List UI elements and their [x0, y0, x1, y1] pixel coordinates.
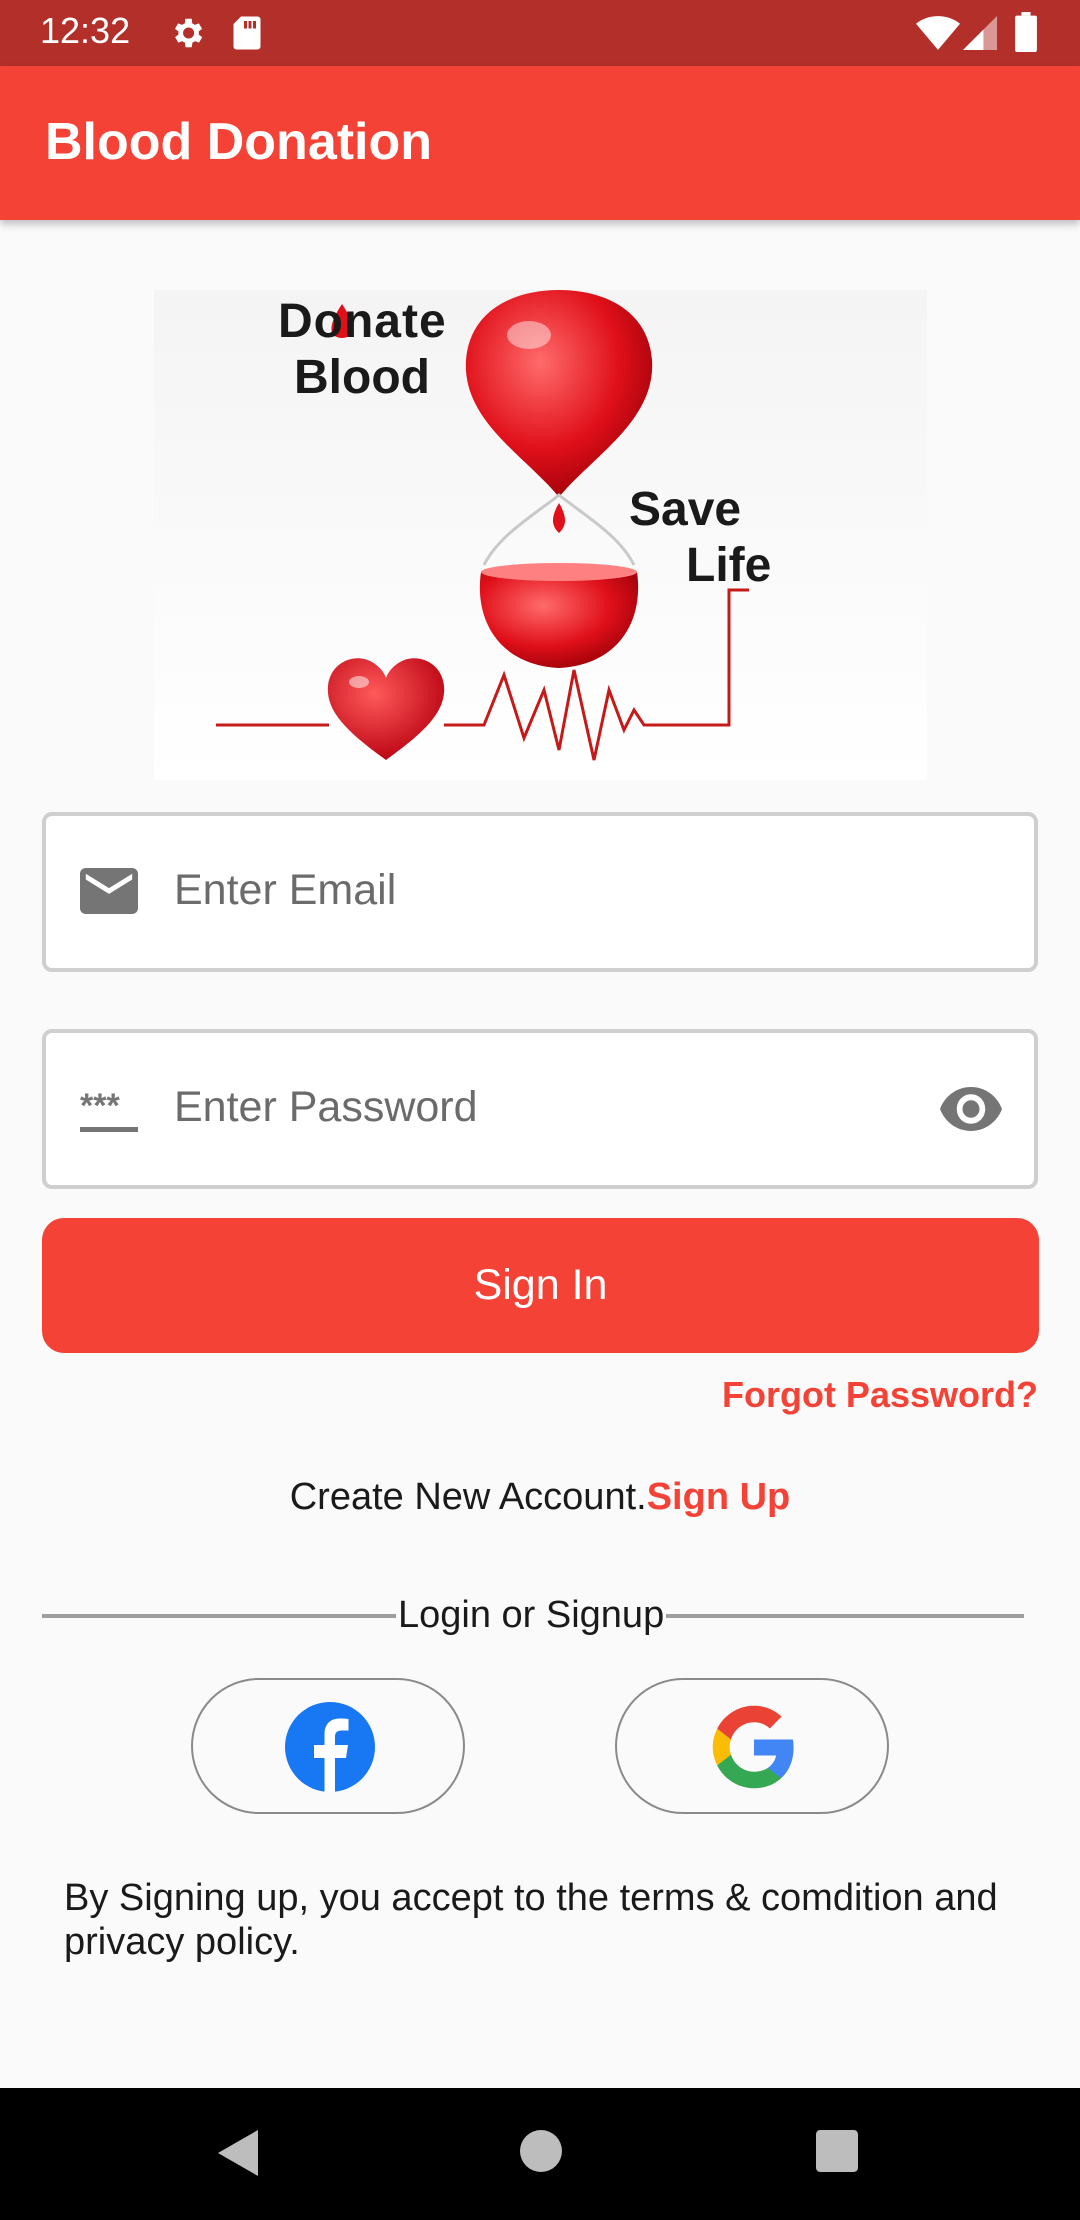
divider-line-right	[666, 1614, 1024, 1618]
login-or-signup-divider: Login or Signup	[42, 1590, 1024, 1640]
banner-line-donate: Donate	[278, 295, 447, 348]
banner-illustration	[216, 290, 749, 761]
status-time: 12:32	[40, 10, 131, 51]
banner-line-blood: Blood	[294, 351, 430, 404]
email-icon	[80, 868, 138, 919]
facebook-login-button[interactable]	[191, 1678, 465, 1814]
gear-icon	[168, 14, 206, 57]
back-icon[interactable]	[218, 2130, 258, 2181]
banner-line-life: Life	[686, 539, 772, 592]
signal-icon	[962, 16, 998, 55]
google-login-button[interactable]	[615, 1678, 889, 1814]
app-title: Blood Donation	[45, 113, 433, 171]
create-account-text: Create New Account.	[289, 1476, 647, 1518]
facebook-icon	[285, 1702, 375, 1792]
email-field[interactable]: Enter Email	[42, 812, 1038, 972]
divider-label: Login or Signup	[398, 1594, 665, 1636]
email-placeholder: Enter Email	[174, 866, 397, 914]
banner-line-save: Save	[629, 483, 742, 536]
forgot-password-link[interactable]: Forgot Password?	[722, 1374, 1038, 1416]
terms-text: By Signing up, you accept to the terms &…	[64, 1877, 998, 1963]
wifi-icon	[916, 16, 960, 55]
password-placeholder: Enter Password	[174, 1083, 478, 1131]
divider-line-left	[42, 1614, 396, 1618]
status-bar: 12:32	[0, 0, 1080, 66]
app-bar: Blood Donation	[0, 66, 1080, 220]
svg-text:***: ***	[80, 1091, 120, 1125]
sign-in-button[interactable]: Sign In	[42, 1218, 1039, 1353]
system-nav-bar	[0, 2088, 1080, 2220]
sd-card-icon	[232, 14, 262, 57]
eye-icon[interactable]	[940, 1087, 1002, 1136]
donate-blood-banner: Donate Blood Save Life	[154, 290, 927, 780]
create-account-row: Create New Account.Sign Up	[0, 1476, 1080, 1519]
recents-icon[interactable]	[816, 2130, 858, 2177]
home-icon[interactable]	[520, 2130, 562, 2177]
battery-icon	[1014, 12, 1038, 57]
google-icon	[712, 1705, 794, 1789]
sign-up-link[interactable]: Sign Up	[647, 1476, 791, 1518]
password-field[interactable]: *** Enter Password	[42, 1029, 1038, 1189]
password-icon: ***	[80, 1087, 142, 1138]
